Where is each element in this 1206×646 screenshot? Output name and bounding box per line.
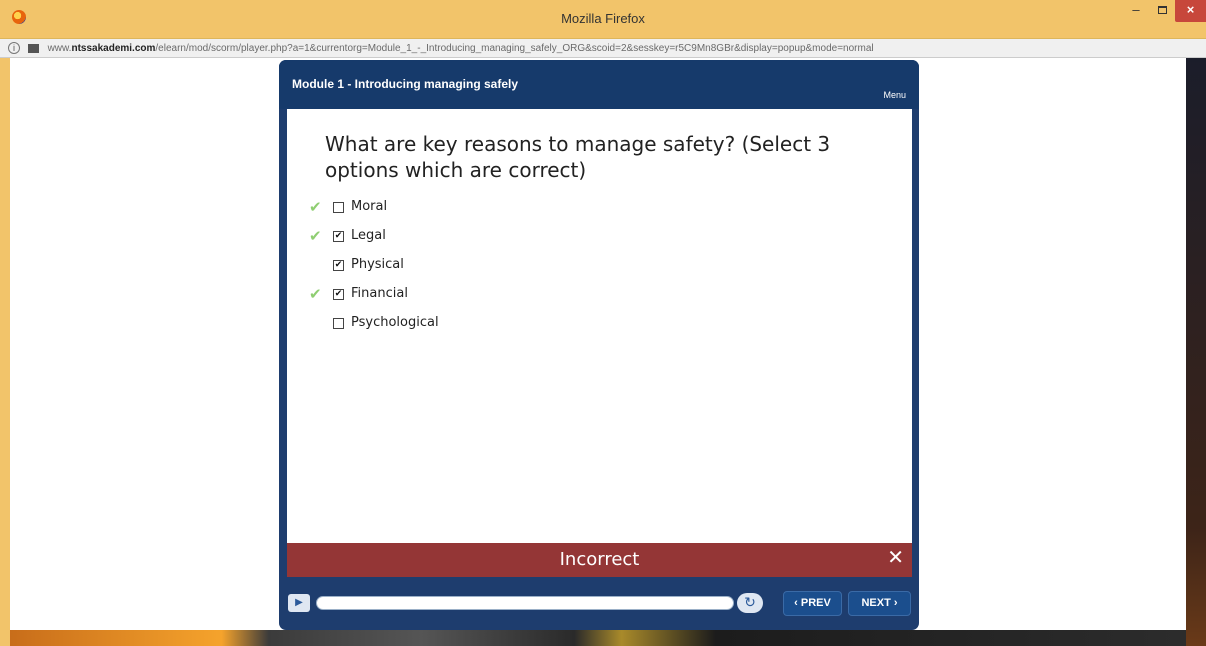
minimize-button[interactable]: – <box>1123 0 1149 22</box>
prev-button[interactable]: ‹ PREV <box>783 591 842 616</box>
option-label: Moral <box>351 199 388 214</box>
checkbox[interactable] <box>333 318 344 329</box>
feedback-text: Incorrect <box>559 549 640 570</box>
close-window-button[interactable]: × <box>1175 0 1206 22</box>
correct-check-icon: ✔ <box>309 285 322 303</box>
address-bar[interactable]: i www.ntssakademi.com/elearn/mod/scorm/p… <box>0 38 1206 58</box>
menu-button[interactable]: Menu <box>883 90 906 100</box>
checkbox[interactable] <box>333 202 344 213</box>
checkbox[interactable]: ✔ <box>333 231 344 242</box>
close-feedback-icon[interactable]: ✕ <box>887 547 904 569</box>
window-titlebar: Mozilla Firefox – × <box>0 0 1206 38</box>
option-label: Physical <box>351 257 404 272</box>
answer-option[interactable]: ✔ Physical <box>287 255 912 284</box>
quiz-slide: What are key reasons to manage safety? (… <box>287 109 912 543</box>
desktop-background-bottom <box>10 630 1186 646</box>
correct-check-icon: ✔ <box>309 227 322 245</box>
scorm-player: Module 1 - Introducing managing safely M… <box>279 60 919 630</box>
checkbox[interactable]: ✔ <box>333 260 344 271</box>
play-button[interactable]: ▶ <box>288 594 310 612</box>
window-border-left <box>0 58 10 646</box>
window-title: Mozilla Firefox <box>561 11 645 26</box>
correct-check-icon: ✔ <box>309 198 322 216</box>
next-button[interactable]: NEXT › <box>848 591 911 616</box>
option-label: Financial <box>351 286 408 301</box>
maximize-icon <box>1157 6 1167 14</box>
desktop-background-right <box>1186 58 1206 646</box>
info-icon[interactable]: i <box>8 42 20 55</box>
url-domain-prefix: www. <box>47 43 72 54</box>
options-list: ✔ Moral ✔ ✔ Legal ✔ Physical ✔ ✔ Financial Psychol… <box>287 197 912 342</box>
answer-option[interactable]: ✔ Moral <box>287 197 912 226</box>
answer-option[interactable]: ✔ ✔ Legal <box>287 226 912 255</box>
module-title: Module 1 - Introducing managing safely <box>292 77 519 91</box>
maximize-button[interactable] <box>1149 0 1175 22</box>
question-text: What are key reasons to manage safety? (… <box>325 132 831 182</box>
replay-button[interactable]: ↻ <box>737 593 763 613</box>
option-label: Psychological <box>351 315 439 330</box>
player-controls: ▶ ↻ ‹ PREV NEXT › <box>279 577 919 630</box>
option-label: Legal <box>351 228 386 243</box>
feedback-banner: Incorrect ✕ <box>287 543 912 577</box>
page-icon <box>27 43 39 53</box>
url-domain: ntssakademi.com <box>71 43 156 54</box>
answer-option[interactable]: ✔ ✔ Financial <box>287 284 912 313</box>
player-header: Module 1 - Introducing managing safely M… <box>279 60 919 109</box>
url-path: /elearn/mod/scorm/player.php?a=1&current… <box>155 43 874 54</box>
answer-option[interactable]: Psychological <box>287 313 912 342</box>
progress-bar[interactable] <box>316 596 734 610</box>
checkbox[interactable]: ✔ <box>333 289 344 300</box>
